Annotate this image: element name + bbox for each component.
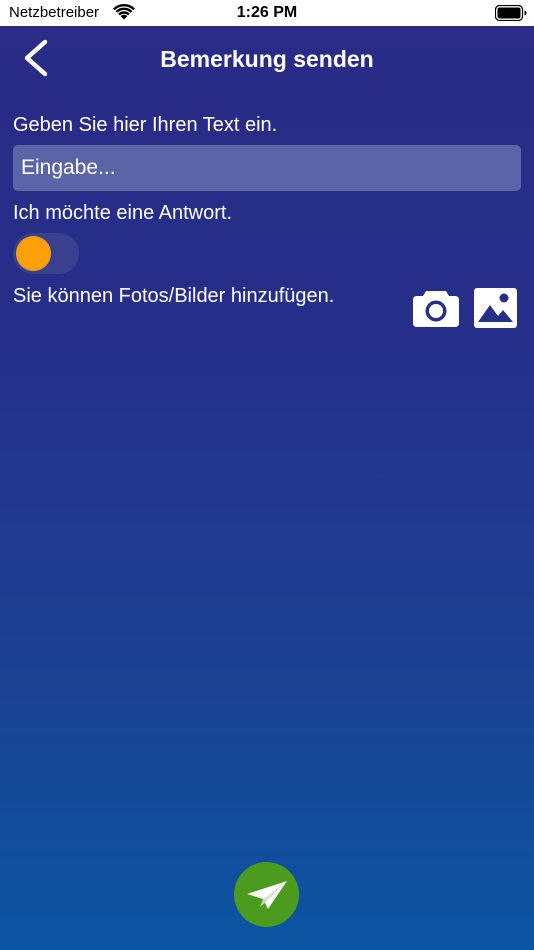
feedback-text-input[interactable] [13, 145, 521, 191]
reply-label: Ich möchte eine Antwort. [13, 202, 233, 224]
status-bar: Netzbetreiber 1:26 PM [0, 0, 534, 26]
gallery-button[interactable] [473, 287, 518, 329]
paper-plane-icon [247, 881, 287, 909]
camera-button[interactable] [411, 287, 461, 329]
page-title: Bemerkung senden [160, 46, 374, 72]
send-button[interactable] [234, 862, 299, 927]
text-label: Geben Sie hier Ihren Text ein. [13, 114, 278, 136]
image-icon [474, 288, 517, 328]
camera-icon [413, 291, 459, 327]
battery-icon [495, 5, 527, 21]
photos-label: Sie können Fotos/Bilder hinzufügen. [13, 285, 335, 307]
reply-toggle[interactable] [13, 233, 79, 274]
toggle-knob [16, 236, 51, 271]
feedback-screen: Netzbetreiber 1:26 PM Bemerkung senden G… [0, 0, 534, 950]
status-time: 1:26 PM [236, 4, 298, 21]
